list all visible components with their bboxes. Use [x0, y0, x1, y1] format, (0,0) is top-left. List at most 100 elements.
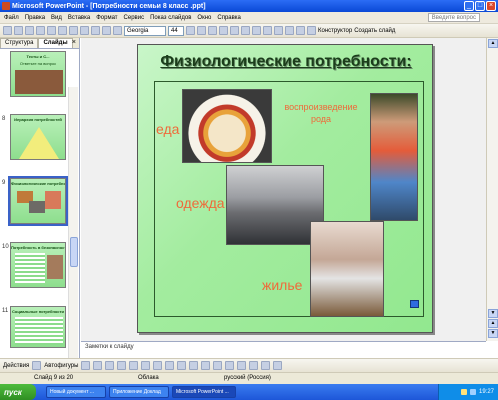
tray-icon[interactable]: [469, 389, 476, 395]
pane-close-icon[interactable]: ×: [72, 39, 76, 46]
bold-icon[interactable]: [186, 26, 195, 35]
scrollbar-thumb[interactable]: [70, 237, 78, 267]
slide-thumbnail[interactable]: Потребность в безопасности: [10, 242, 66, 288]
slides-pane-scrollbar[interactable]: [68, 87, 78, 393]
diagram-icon[interactable]: [153, 361, 163, 370]
shadow-style-icon[interactable]: [261, 361, 271, 370]
menu-format[interactable]: Формат: [96, 15, 117, 21]
picture-icon[interactable]: [177, 361, 187, 370]
oval-icon[interactable]: [117, 361, 127, 370]
prev-slide-icon[interactable]: ▲: [488, 319, 498, 328]
font-size-select[interactable]: 44: [168, 25, 184, 36]
pyramid-shape: [19, 127, 59, 159]
menu-file[interactable]: Файл: [4, 15, 19, 21]
arrow-icon[interactable]: [93, 361, 103, 370]
clipart-icon[interactable]: [165, 361, 175, 370]
menu-help[interactable]: Справка: [217, 15, 241, 21]
slide-scrollbar[interactable]: ▲ ▼ ▲ ▼: [486, 38, 498, 341]
increase-font-icon[interactable]: [285, 26, 294, 35]
food-photo[interactable]: [182, 89, 272, 163]
taskbar-item[interactable]: Новый документ ...: [46, 386, 106, 398]
select-arrow-icon[interactable]: [32, 361, 42, 370]
menu-window[interactable]: Окно: [197, 15, 211, 21]
slide-title[interactable]: Физиологические потребности:: [146, 53, 426, 71]
cut-icon[interactable]: [58, 26, 67, 35]
thumb-title: Физиологические потребности: [11, 181, 65, 186]
undo-icon[interactable]: [91, 26, 100, 35]
thumb-photo: [15, 70, 63, 94]
open-icon[interactable]: [14, 26, 23, 35]
scroll-up-icon[interactable]: ▲: [488, 39, 498, 48]
shadow-icon[interactable]: [219, 26, 228, 35]
mother-baby-photo[interactable]: [370, 93, 418, 221]
minimize-button[interactable]: _: [464, 1, 474, 11]
pane-tabs: Структура Слайды ×: [0, 38, 79, 49]
menu-view[interactable]: Вид: [51, 15, 62, 21]
label-reproduction[interactable]: воспроизведение рода: [278, 101, 364, 125]
save-icon[interactable]: [25, 26, 34, 35]
slide-thumbnail[interactable]: Тесты и С... Ответьте на вопрос: [10, 51, 66, 97]
actions-menu[interactable]: Действия: [3, 363, 29, 369]
label-clothes[interactable]: одежда: [176, 195, 225, 211]
interior-photo[interactable]: [310, 221, 384, 317]
new-icon[interactable]: [3, 26, 12, 35]
tray-icon[interactable]: [460, 389, 467, 395]
menu-tools[interactable]: Сервис: [124, 15, 145, 21]
paste-icon[interactable]: [80, 26, 89, 35]
help-question-input[interactable]: Введите вопрос: [427, 13, 480, 22]
formatting-toolbar: Georgia 44 Конструктор Создать слайд: [0, 24, 498, 38]
menu-insert[interactable]: Вставка: [68, 15, 90, 21]
close-button[interactable]: ×: [486, 1, 496, 11]
line-style-icon[interactable]: [225, 361, 235, 370]
align-right-icon[interactable]: [252, 26, 261, 35]
textbox-icon[interactable]: [129, 361, 139, 370]
print-icon[interactable]: [36, 26, 45, 35]
bullets-icon[interactable]: [274, 26, 283, 35]
tab-structure[interactable]: Структура: [0, 38, 39, 48]
taskbar-item-active[interactable]: Microsoft PowerPoint ...: [172, 386, 236, 398]
font-color-icon[interactable]: [213, 361, 223, 370]
autoshapes-menu[interactable]: Автофигуры: [44, 363, 78, 369]
rectangle-icon[interactable]: [105, 361, 115, 370]
italic-icon[interactable]: [197, 26, 206, 35]
line-color-icon[interactable]: [201, 361, 211, 370]
line-icon[interactable]: [81, 361, 91, 370]
table-icon[interactable]: [113, 26, 122, 35]
decrease-font-icon[interactable]: [296, 26, 305, 35]
thumb-text-lines: [15, 253, 45, 283]
font-name-select[interactable]: Georgia: [124, 25, 166, 36]
align-left-icon[interactable]: [230, 26, 239, 35]
new-slide-button[interactable]: Создать слайд: [354, 28, 395, 34]
arrow-style-icon[interactable]: [249, 361, 259, 370]
label-housing[interactable]: жилье: [262, 277, 302, 293]
align-center-icon[interactable]: [241, 26, 250, 35]
taskbar-item[interactable]: Приложение Доклад: [109, 386, 169, 398]
designer-button[interactable]: Конструктор: [318, 28, 352, 34]
preview-icon[interactable]: [47, 26, 56, 35]
3d-style-icon[interactable]: [273, 361, 283, 370]
fill-color-icon[interactable]: [189, 361, 199, 370]
label-food[interactable]: еда: [156, 121, 179, 137]
start-button[interactable]: пуск: [0, 384, 36, 400]
next-slide-icon[interactable]: ▼: [488, 329, 498, 338]
slide-thumbnail-selected[interactable]: Физиологические потребности: [8, 176, 68, 226]
slide-thumbnail[interactable]: Иерархия потребностей: [10, 114, 66, 160]
tab-slides[interactable]: Слайды: [38, 38, 73, 48]
scroll-down-icon[interactable]: ▼: [488, 309, 498, 318]
notes-area[interactable]: Заметки к слайду: [81, 341, 486, 356]
slide-number: 10: [2, 244, 9, 250]
maximize-button[interactable]: □: [475, 1, 485, 11]
redo-icon[interactable]: [102, 26, 111, 35]
wordart-icon[interactable]: [141, 361, 151, 370]
start-label: пуск: [4, 387, 22, 397]
underline-icon[interactable]: [208, 26, 217, 35]
dash-style-icon[interactable]: [237, 361, 247, 370]
slide-thumbnail[interactable]: Социальные потребности: [10, 306, 66, 348]
copy-icon[interactable]: [69, 26, 78, 35]
menu-edit[interactable]: Правка: [25, 15, 45, 21]
numbering-icon[interactable]: [263, 26, 272, 35]
menu-slideshow[interactable]: Показ слайдов: [150, 15, 191, 21]
thumb-title: Потребность в безопасности: [11, 245, 65, 250]
action-button-next[interactable]: [410, 300, 419, 308]
font-color-icon[interactable]: [307, 26, 316, 35]
